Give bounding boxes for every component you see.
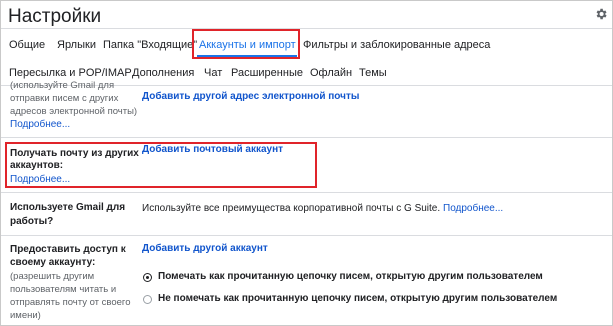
- tab-general[interactable]: Общие: [9, 39, 45, 51]
- leave-unread-radio[interactable]: [143, 295, 152, 304]
- page-title: Настройки: [8, 6, 102, 27]
- section-divider-2: [1, 192, 612, 193]
- grant-access-desc-line3: отправлять почту от своего: [10, 297, 131, 308]
- tab-addons[interactable]: Дополнения: [132, 67, 194, 79]
- send-mail-desc-line2: отправки писем с других: [10, 93, 119, 104]
- tab-themes[interactable]: Темы: [359, 67, 387, 79]
- gsuite-label-line1: Используете Gmail для: [10, 202, 126, 213]
- tab-advanced[interactable]: Расширенные: [231, 67, 303, 79]
- add-another-account-link[interactable]: Добавить другой аккаунт: [142, 243, 268, 254]
- gsuite-more-link[interactable]: Подробнее...: [443, 203, 503, 214]
- grant-access-desc-line1: (разрешить другим: [10, 271, 95, 282]
- leave-unread-option-label[interactable]: Не помечать как прочитанную цепочку писе…: [158, 293, 557, 304]
- tab-inbox[interactable]: Папка "Входящие": [103, 39, 197, 51]
- grant-access-desc-line2: пользователям читать и: [10, 284, 117, 295]
- grant-access-desc-line4: имени): [10, 310, 41, 321]
- section-divider-1: [1, 137, 612, 138]
- header-divider: [1, 28, 612, 29]
- tab-chat[interactable]: Чат: [204, 67, 222, 79]
- tab-offline[interactable]: Офлайн: [310, 67, 352, 79]
- send-mail-desc-line1: (используйте Gmail для: [10, 80, 115, 91]
- grant-access-label-line2: своему аккаунту:: [10, 257, 96, 268]
- gsuite-text: Используйте все преимущества корпоративн…: [142, 203, 441, 214]
- tab-forwarding[interactable]: Пересылка и POP/IMAP: [9, 67, 132, 79]
- mark-read-option-label[interactable]: Помечать как прочитанную цепочку писем, …: [158, 271, 543, 282]
- tab-filters[interactable]: Фильтры и заблокированные адреса: [303, 39, 490, 51]
- add-email-address-link[interactable]: Добавить другой адрес электронной почты: [142, 91, 359, 102]
- send-mail-desc-line3: адресов электронной почты): [10, 106, 138, 117]
- send-mail-more-link[interactable]: Подробнее...: [10, 119, 70, 130]
- mark-read-radio[interactable]: [143, 273, 152, 282]
- tab-labels[interactable]: Ярлыки: [57, 39, 96, 51]
- section-divider-3: [1, 235, 612, 236]
- highlight-box-section: [5, 142, 317, 188]
- highlight-box-tab: [192, 29, 300, 59]
- grant-access-label-line1: Предоставить доступ к: [10, 244, 126, 255]
- gsuite-label-line2: работы?: [10, 216, 54, 227]
- settings-page: Настройки Общие Ярлыки Папка "Входящие" …: [0, 0, 613, 326]
- gear-icon[interactable]: [594, 7, 608, 21]
